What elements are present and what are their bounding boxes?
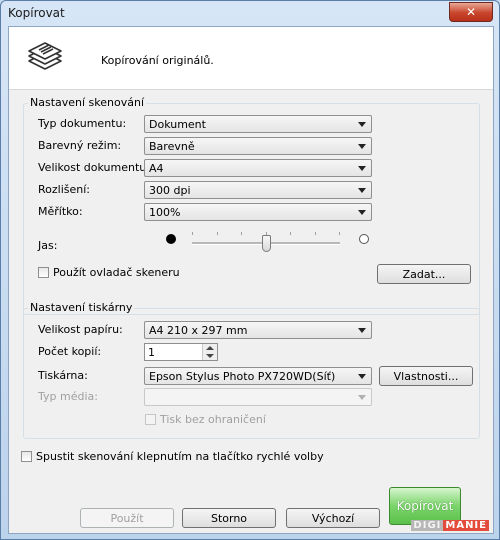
slider-tick	[192, 232, 193, 235]
slider-tick	[315, 232, 316, 235]
apply-button[interactable]: Použít	[80, 508, 174, 528]
color-mode-value: Barevně	[149, 140, 195, 153]
color-mode-label: Barevný režim:	[38, 139, 122, 152]
close-icon: ✕	[465, 5, 477, 19]
printer-value: Epson Stylus Photo PX720WD(Síť)	[149, 370, 336, 383]
resolution-select[interactable]: 300 dpi	[144, 181, 372, 199]
properties-button[interactable]: Vlastnosti...	[379, 366, 473, 386]
document-size-select[interactable]: A4	[144, 159, 372, 177]
chevron-down-icon	[358, 374, 366, 379]
set-button[interactable]: Zadat...	[377, 264, 471, 284]
slider-tick	[290, 232, 291, 235]
copy-dialog-window: Kopírovat ✕ Kopírování originálů. Nastav…	[0, 0, 500, 540]
header-text: Kopírování originálů.	[101, 54, 214, 67]
document-type-value: Dokument	[149, 118, 206, 131]
brightness-label: Jas:	[38, 239, 58, 252]
title-bar[interactable]: Kopírovat ✕	[1, 1, 499, 27]
watermark-logo: DIGI MANIE	[411, 520, 489, 531]
chevron-down-icon	[358, 144, 366, 149]
document-type-select[interactable]: Dokument	[144, 115, 372, 133]
window-title: Kopírovat	[8, 6, 65, 20]
slider-tick	[241, 232, 242, 235]
copies-value[interactable]: 1	[148, 346, 155, 359]
chevron-down-icon	[358, 166, 366, 171]
media-type-select[interactable]	[144, 388, 372, 406]
dialog-body: Kopírování originálů. Nastavení skenován…	[8, 26, 494, 534]
scan-settings-legend: Nastavení skenování	[28, 96, 147, 109]
light-brightness-icon	[359, 234, 369, 244]
slider-tick	[217, 232, 218, 235]
copies-spin-buttons[interactable]	[202, 344, 217, 360]
use-scanner-driver-checkbox[interactable]	[38, 267, 49, 278]
borderless-label[interactable]: Tisk bez ohraničení	[160, 413, 266, 426]
chevron-down-icon	[358, 188, 366, 193]
borderless-checkbox[interactable]	[145, 414, 156, 425]
watermark-part-1: DIGI	[411, 520, 444, 531]
brightness-slider-thumb[interactable]	[261, 235, 271, 252]
chevron-down-icon	[358, 122, 366, 127]
document-size-value: A4	[149, 162, 164, 175]
copy-documents-icon	[28, 42, 62, 70]
chevron-down-icon[interactable]	[206, 354, 214, 358]
close-button[interactable]: ✕	[449, 2, 493, 22]
printer-label: Tiskárna:	[38, 369, 88, 382]
quick-start-checkbox[interactable]	[21, 451, 32, 462]
chevron-down-icon	[358, 395, 366, 400]
color-mode-select[interactable]: Barevně	[144, 137, 372, 155]
document-type-label: Typ dokumentu:	[38, 117, 127, 130]
header-panel: Kopírování originálů.	[9, 27, 493, 90]
printer-settings-legend: Nastavení tiskárny	[28, 301, 135, 314]
chevron-down-icon	[358, 328, 366, 333]
media-type-label: Typ média:	[38, 390, 98, 403]
dark-brightness-icon	[166, 234, 176, 244]
scale-value: 100%	[149, 206, 181, 219]
document-size-label: Velikost dokumentu:	[38, 161, 150, 174]
slider-tick	[339, 232, 340, 235]
scale-label: Měřítko:	[38, 205, 83, 218]
cancel-button[interactable]: Storno	[182, 508, 276, 528]
copies-label: Počet kopií:	[38, 345, 102, 358]
paper-size-label: Velikost papíru:	[38, 323, 123, 336]
quick-start-label[interactable]: Spustit skenování klepnutím na tlačítko …	[36, 450, 324, 463]
default-button[interactable]: Výchozí	[286, 508, 380, 528]
scale-select[interactable]: 100%	[144, 203, 372, 221]
watermark-part-2: MANIE	[443, 520, 489, 531]
printer-select[interactable]: Epson Stylus Photo PX720WD(Síť)	[144, 367, 372, 385]
resolution-value: 300 dpi	[149, 184, 191, 197]
paper-size-value: A4 210 x 297 mm	[149, 324, 248, 337]
use-scanner-driver-label[interactable]: Použít ovladač skeneru	[53, 266, 180, 279]
chevron-up-icon[interactable]	[206, 346, 214, 350]
chevron-down-icon	[358, 210, 366, 215]
paper-size-select[interactable]: A4 210 x 297 mm	[144, 321, 372, 339]
copies-stepper[interactable]: 1	[144, 343, 218, 361]
resolution-label: Rozlišení:	[38, 183, 90, 196]
